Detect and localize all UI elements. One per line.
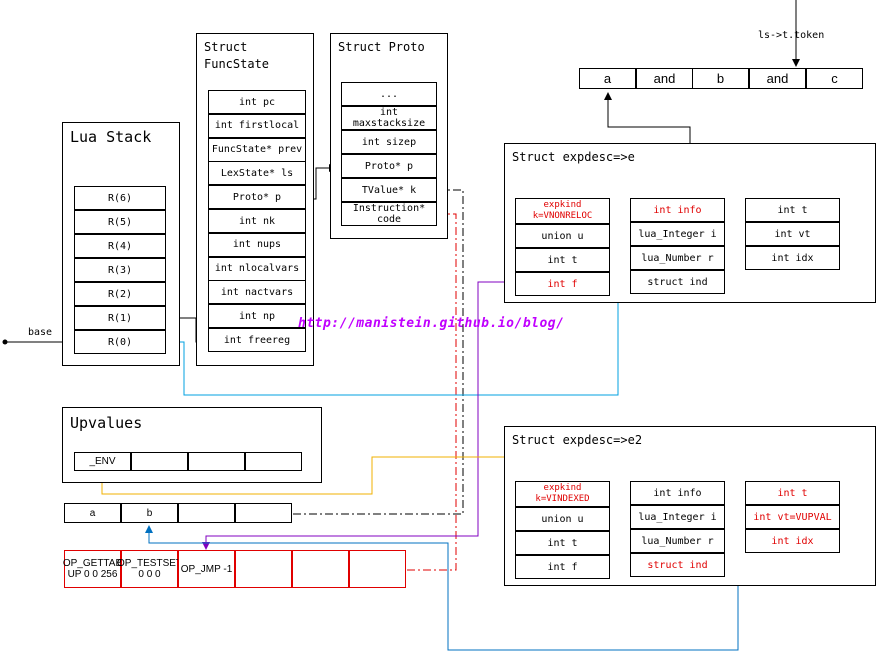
token-label: ls->t.token (758, 30, 825, 41)
ind-field: int vt (745, 222, 840, 246)
funcstate-field: int nlocalvars (208, 256, 306, 281)
funcstate-field: int nactvars (208, 280, 306, 305)
expdesc-field: int t (515, 248, 610, 272)
upvalue-cell (245, 452, 302, 471)
union-field: struct ind (630, 270, 725, 294)
upvalue-cell (131, 452, 188, 471)
watermark: http://manistein.github.io/blog/ (298, 316, 565, 331)
token-cell: c (806, 68, 863, 89)
union-field: lua_Integer i (630, 505, 725, 529)
constant-cell (235, 503, 292, 523)
instruction-cell: OP_GETTAB UP 0 0 256 (63, 550, 122, 588)
proto-title: Struct Proto (338, 40, 425, 54)
token-cell: a (579, 68, 636, 89)
instruction-cell: OP_JMP -1 (178, 550, 235, 588)
lua-stack-title: Lua Stack (70, 128, 152, 146)
token-cell: and (749, 68, 806, 89)
instruction-cell (292, 550, 349, 588)
proto-field: int maxstacksize (341, 106, 437, 130)
instruction-cell: OP_TESTSET 0 0 0 (117, 550, 182, 588)
ind-field: int idx (745, 246, 840, 270)
funcstate-field: int nups (208, 232, 306, 257)
stack-register-cell: R(1) (74, 306, 166, 330)
funcstate-title-line2: FuncState (204, 57, 270, 71)
funcstate-field: int freereg (208, 328, 306, 352)
union-field: lua_Number r (630, 529, 725, 553)
ind-field: int t (745, 198, 840, 222)
proto-field: Instruction* code (341, 202, 437, 226)
instruction-cell (349, 550, 406, 588)
stack-register-cell: R(3) (74, 258, 166, 282)
funcstate-field: FuncState* prev (208, 137, 306, 162)
proto-field: ... (341, 82, 437, 106)
union-field: lua_Number r (630, 246, 725, 270)
stack-register-cell: R(5) (74, 210, 166, 234)
code-pointer-line (406, 213, 457, 571)
expdesc-e-title: Struct expdesc=>e (512, 150, 635, 164)
token-cell: and (636, 68, 693, 89)
instruction-cell (235, 550, 292, 588)
funcstate-field: LexState* ls (208, 161, 306, 186)
upvalues-title: Upvalues (70, 414, 143, 432)
ind-field: int t (745, 481, 840, 505)
expdesc-e2-title: Struct expdesc=>e2 (512, 433, 643, 447)
token-cell: b (692, 68, 749, 89)
union-field: lua_Integer i (630, 222, 725, 246)
expdesc-field: union u (515, 507, 610, 531)
constant-cell: b (121, 503, 178, 523)
union-field: struct ind (630, 553, 725, 577)
ind-field: int idx (745, 529, 840, 553)
stack-register-cell: R(6) (74, 186, 166, 210)
proto-field: int sizep (341, 130, 437, 154)
funcstate-title-line1: Struct (204, 40, 248, 54)
constant-cell: a (64, 503, 121, 523)
stack-register-cell: R(4) (74, 234, 166, 258)
funcstate-field: Proto* p (208, 185, 306, 210)
funcstate-field: int firstlocal (208, 113, 306, 138)
ind-field: int vt=VUPVAL (745, 505, 840, 529)
constant-cell (178, 503, 235, 523)
proto-field: Proto* p (341, 154, 437, 178)
expdesc-field: int f (515, 555, 610, 579)
proto-field: TValue* k (341, 178, 437, 202)
base-dot (2, 339, 8, 345)
stack-register-cell: R(2) (74, 282, 166, 306)
funcstate-field: int nk (208, 209, 306, 233)
union-field: int info (630, 198, 725, 222)
base-label: base (28, 327, 53, 338)
stack-register-cell: R(0) (74, 330, 166, 354)
expdesc-field: int t (515, 531, 610, 555)
expdesc-field: expkind k=VINDEXED (515, 481, 610, 507)
union-field: int info (630, 481, 725, 505)
upvalue-cell (188, 452, 245, 471)
expdesc-field: int f (515, 272, 610, 296)
funcstate-field: int pc (208, 90, 306, 114)
expdesc-field: union u (515, 224, 610, 248)
expdesc-field: expkind k=VNONRELOC (515, 198, 610, 224)
funcstate-field: int np (208, 304, 306, 329)
expdesc-token-line (604, 92, 691, 143)
upvalue-cell: _ENV (74, 452, 131, 471)
upvalues-panel: Upvalues (62, 407, 322, 483)
